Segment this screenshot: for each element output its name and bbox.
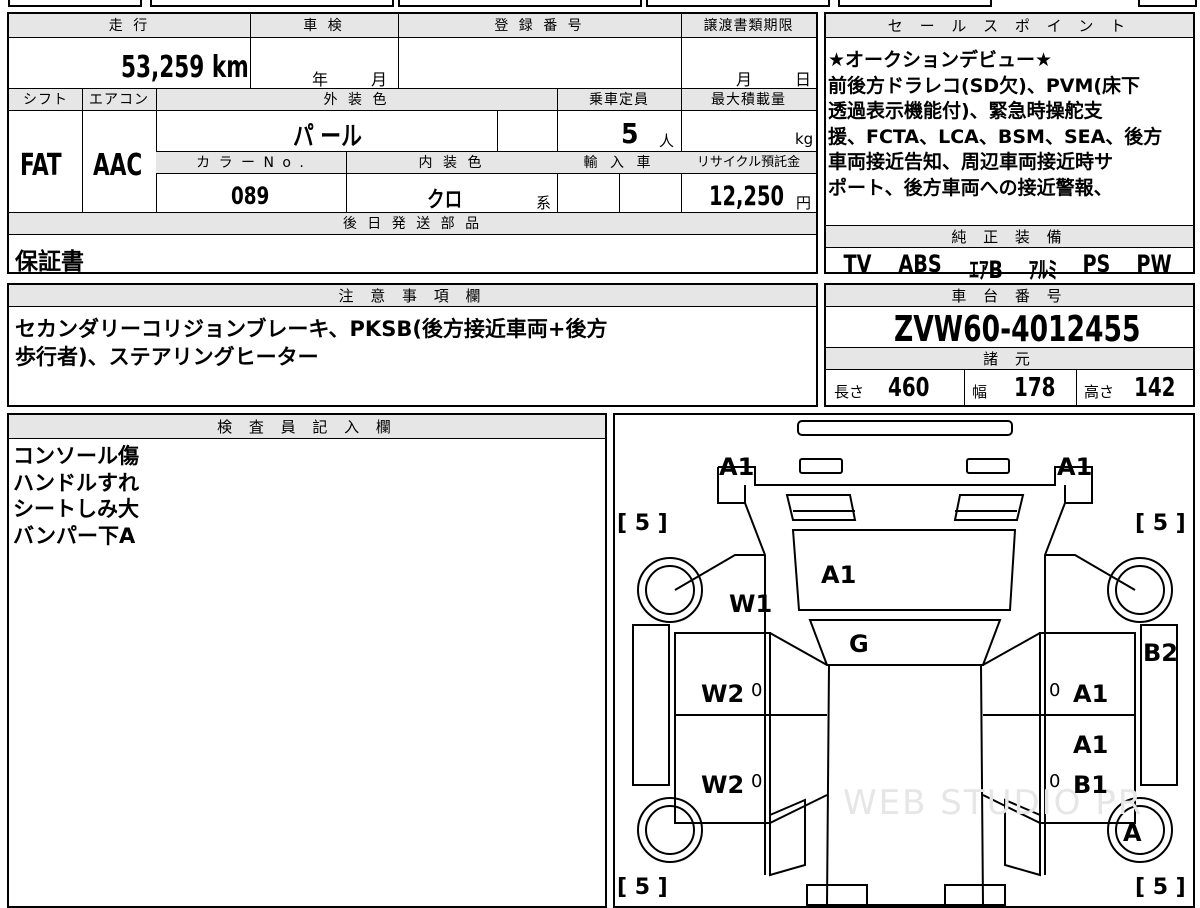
notes-text: セカンダリーコリジョンブレーキ、PKSB(後方接近車両+後方 歩行者)、ステアリ…	[15, 317, 608, 369]
equipment-item: PS	[1082, 250, 1111, 278]
mark-g: G	[849, 630, 869, 658]
mileage-value: 53,259 km	[121, 50, 249, 85]
equipment-item: ｴｱB	[969, 256, 1004, 284]
car-outline-drawing	[632, 420, 1178, 906]
chassis-number: ZVW60-4012455	[894, 309, 1141, 350]
inspector-lines: コンソール傷 ハンドルすれ シートしみ大 バンパー下A	[13, 443, 139, 549]
ac-value: AAC	[93, 148, 143, 183]
sales-point-text: ★オークションデビュー★ 前後方ドラレコ(SD欠)、PVM(床下 透過表示機能付…	[828, 49, 1163, 199]
mark-zero-rl: 0	[751, 771, 763, 792]
inspector-line: ハンドルすれ	[13, 470, 139, 495]
sales-point-box: セ ー ル ス ポ イ ン ト ★オークションデビュー★ 前後方ドラレコ(SD欠…	[824, 12, 1195, 284]
transfer-day: 日	[795, 70, 812, 89]
height-value: 142	[1134, 373, 1176, 403]
vehicle-main-table: 走 行 車 検 登 録 番 号 譲渡書類期限 53,259 km 年 月 月 日…	[7, 12, 818, 275]
height-label: 高さ	[1084, 383, 1115, 401]
bracket-bottom-left: [ 5 ]	[617, 875, 668, 900]
transfer-month: 月	[736, 70, 753, 89]
chassis-header: 車 台 番 号	[826, 285, 1193, 307]
exterior-color-value: パ ール	[293, 122, 362, 152]
inspection-month: 月	[371, 70, 388, 89]
width-value: 178	[1014, 373, 1056, 403]
inspection-year: 年	[312, 70, 329, 89]
equipment-item: ｱﾙﾐ	[1029, 256, 1058, 284]
interior-color-suffix: 系	[536, 194, 552, 212]
interior-color-value: クロ	[427, 188, 463, 213]
shift-value: FAT	[20, 148, 62, 183]
mark-zero-rr: 0	[1049, 771, 1061, 792]
inspector-line: コンソール傷	[13, 444, 139, 468]
mark-w1: W1	[729, 590, 773, 618]
mark-a1-right: A1	[1057, 453, 1093, 481]
color-number-header: カ ラ ー N o .	[156, 152, 346, 174]
equipment-header: 純 正 装 備	[826, 226, 1193, 248]
mark-zero-fl: 0	[751, 680, 763, 701]
sales-point-header: セ ー ル ス ポ イ ン ト	[826, 14, 1193, 38]
exterior-color-header: 外 装 色	[156, 89, 557, 111]
bracket-top-right: [ 5 ]	[1135, 511, 1186, 536]
mileage-header: 走 行	[9, 14, 250, 38]
width-label: 幅	[972, 383, 988, 401]
inspection-header: 車 検	[250, 14, 398, 38]
color-number-value: 089	[231, 182, 270, 210]
mark-a1-front-right: A1	[1073, 680, 1109, 708]
capacity-unit: 人	[659, 132, 675, 150]
equipment-item: TV	[843, 250, 872, 278]
load-unit: kg	[795, 130, 814, 148]
mark-a-wheel: A	[1123, 819, 1142, 847]
top-partial-strip	[0, 0, 1200, 7]
mark-zero-fr: 0	[1049, 680, 1061, 701]
mark-a1-left: A1	[719, 453, 755, 481]
mark-b2: B2	[1143, 639, 1178, 667]
mark-w2-front: W2	[701, 680, 745, 708]
max-load-header: 最大積載量	[681, 89, 816, 111]
mark-b1: B1	[1073, 771, 1108, 799]
import-header: 輸 入 車	[557, 152, 681, 174]
inspector-line: バンパー下A	[13, 523, 136, 548]
notes-header: 注 意 事 項 欄	[9, 285, 816, 307]
interior-color-header: 内 装 色	[346, 152, 557, 174]
length-value: 460	[888, 373, 930, 403]
ac-header: エアコン	[82, 89, 156, 111]
specs-header: 諸 元	[826, 348, 1193, 370]
transfer-deadline-header: 譲渡書類期限	[681, 14, 816, 38]
equipment-item: ABS	[898, 250, 942, 278]
mark-hood: A1	[821, 561, 857, 589]
later-parts-value: 保証書	[15, 249, 84, 275]
inspector-header: 検 査 員 記 入 欄	[9, 415, 605, 439]
inspector-box: 検 査 員 記 入 欄 コンソール傷 ハンドルすれ シートしみ大 バンパー下A	[7, 413, 607, 908]
recycle-deposit-value: 12,250	[709, 181, 784, 212]
registration-header: 登 録 番 号	[398, 14, 681, 38]
notes-box: 注 意 事 項 欄 セカンダリーコリジョンブレーキ、PKSB(後方接近車両+後方…	[7, 283, 818, 407]
inspector-line: シートしみ大	[13, 497, 139, 521]
equipment-list: TV ABS ｴｱB ｱﾙﾐ PS PW	[840, 250, 1190, 284]
recycle-deposit-header: リサイクル預託金	[681, 152, 816, 174]
recycle-deposit-unit: 円	[796, 194, 812, 212]
mark-a1-rear-right: A1	[1073, 731, 1109, 759]
capacity-value: 5	[621, 117, 639, 150]
length-label: 長さ	[834, 383, 865, 401]
equipment-item: PW	[1136, 250, 1172, 278]
car-damage-diagram: WEB STUDIO PR A1 A1 [ 5 ] [ 5 ] A1 W1 G …	[613, 413, 1195, 908]
later-parts-header: 後 日 発 送 部 品	[9, 213, 816, 235]
shift-header: シフト	[9, 89, 82, 111]
chassis-specs-box: 車 台 番 号 ZVW60-4012455 諸 元 長さ 460 幅 178 高…	[824, 283, 1195, 407]
capacity-header: 乗車定員	[557, 89, 681, 111]
bracket-bottom-right: [ 5 ]	[1135, 875, 1186, 900]
bracket-top-left: [ 5 ]	[617, 511, 668, 536]
mark-w2-rear: W2	[701, 771, 745, 799]
